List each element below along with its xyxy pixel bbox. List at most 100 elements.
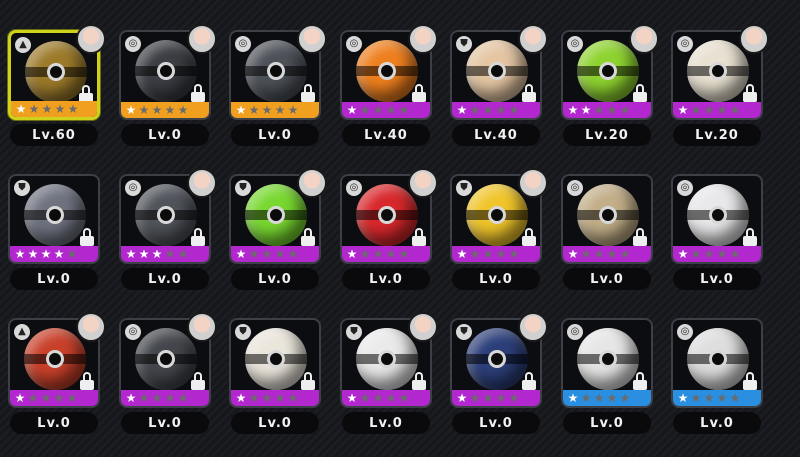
star-icon: ★ xyxy=(138,391,150,405)
character-avatar xyxy=(187,168,217,198)
pet-card[interactable]: ⛊ ★ ★ ★ ★ ★ Lv.0 xyxy=(6,174,102,294)
shield-type-icon: ⛊ xyxy=(14,180,30,196)
shark-mouth-ball-icon xyxy=(135,40,197,102)
lock-icon xyxy=(522,372,536,390)
pet-card[interactable]: ▲ ★ ★ ★ ★ ★ Lv.0 xyxy=(6,312,106,438)
star-icon: ★ xyxy=(151,103,163,117)
star-icon: ★ xyxy=(372,247,384,261)
star-icon: ★ xyxy=(248,391,260,405)
star-icon: ★ xyxy=(164,247,176,261)
pet-card[interactable]: ◎ ★ ★ ★ ★ ★ Lv.0 xyxy=(669,174,765,294)
pet-card[interactable]: ⛊ ★ ★ ★ ★ ★ Lv.0 xyxy=(448,168,548,294)
level-label: Lv.0 xyxy=(121,124,209,146)
swirl-type-icon: ◎ xyxy=(125,36,141,52)
star-icon: ★ xyxy=(164,103,176,117)
pet-card[interactable]: ◎ ★ ★ ★ ★ ★ Lv.0 xyxy=(227,24,327,150)
pet-card[interactable]: ◎ ★ ★ ★ ★ ★ Lv.20 xyxy=(559,24,659,150)
star-icon: ★ xyxy=(287,391,299,405)
star-icon: ★ xyxy=(261,103,273,117)
star-icon: ★ xyxy=(372,391,384,405)
character-avatar xyxy=(408,312,438,342)
yellow-mech-ball-icon xyxy=(466,184,528,246)
card-frame: ◎ ★ ★ ★ ★ ★ xyxy=(671,174,763,264)
star-icon: ★ xyxy=(703,247,715,261)
lock-icon xyxy=(191,372,205,390)
lock-icon xyxy=(191,84,205,102)
star-icon: ★ xyxy=(690,391,702,405)
character-avatar xyxy=(76,312,106,342)
lock-icon xyxy=(633,84,647,102)
star-icon: ★ xyxy=(469,247,481,261)
pet-card[interactable]: ◎ ★ ★ ★ ★ ★ Lv.0 xyxy=(559,318,655,438)
star-icon: ★ xyxy=(15,102,27,116)
star-icon: ★ xyxy=(138,103,150,117)
star-icon: ★ xyxy=(495,391,507,405)
star-icon: ★ xyxy=(593,247,605,261)
star-rating: ★ ★ ★ ★ ★ xyxy=(673,102,761,118)
star-icon: ★ xyxy=(619,391,631,405)
pet-card[interactable]: ⛊ ★ ★ ★ ★ ★ Lv.0 xyxy=(227,318,323,438)
star-icon: ★ xyxy=(593,391,605,405)
food-ball-icon xyxy=(687,40,749,102)
star-icon: ★ xyxy=(66,391,78,405)
pet-card[interactable]: ◎ ★ ★ ★ ★ ★ Lv.0 xyxy=(559,174,655,294)
character-avatar xyxy=(629,24,659,54)
star-icon: ★ xyxy=(41,102,53,116)
lock-icon xyxy=(80,372,94,390)
star-badge-ball-icon xyxy=(245,328,307,390)
star-icon: ★ xyxy=(567,391,579,405)
pet-card[interactable]: ◎ ★ ★ ★ ★ ★ Lv.40 xyxy=(338,24,438,150)
star-icon: ★ xyxy=(690,103,702,117)
star-icon: ★ xyxy=(677,391,689,405)
star-icon: ★ xyxy=(580,247,592,261)
star-icon: ★ xyxy=(346,391,358,405)
level-label: Lv.0 xyxy=(673,412,761,434)
star-icon: ★ xyxy=(606,103,618,117)
pet-card[interactable]: ◎ ★ ★ ★ ★ ★ Lv.0 xyxy=(117,312,217,438)
mech-ball-icon xyxy=(135,184,197,246)
swirl-type-icon: ◎ xyxy=(125,180,141,196)
swirl-type-icon: ◎ xyxy=(677,36,693,52)
star-icon: ★ xyxy=(28,102,40,116)
shield-type-icon: ⛊ xyxy=(235,324,251,340)
swirl-type-icon: ◎ xyxy=(677,180,693,196)
card-frame: ⛊ ★ ★ ★ ★ ★ xyxy=(229,318,321,408)
pet-card[interactable]: ◎ ★ ★ ★ ★ ★ Lv.20 xyxy=(669,24,769,150)
swirl-type-icon: ◎ xyxy=(567,36,583,52)
lock-icon xyxy=(412,84,426,102)
character-avatar xyxy=(518,168,548,198)
star-icon: ★ xyxy=(177,103,189,117)
pet-card[interactable]: ⛊ ★ ★ ★ ★ ★ Lv.40 xyxy=(448,24,548,150)
swirl-type-icon: ◎ xyxy=(567,180,583,196)
pet-card[interactable]: ⛊ ★ ★ ★ ★ ★ Lv.0 xyxy=(227,168,327,294)
level-label: Lv.0 xyxy=(673,268,761,290)
pet-card[interactable]: ⛊ ★ ★ ★ ★ ★ Lv.0 xyxy=(338,312,438,438)
character-avatar xyxy=(187,24,217,54)
star-icon: ★ xyxy=(580,391,592,405)
character-avatar xyxy=(408,24,438,54)
pet-card[interactable]: ▲ ★ ★ ★ ★ ★ Lv.60 xyxy=(6,24,106,150)
star-icon: ★ xyxy=(385,247,397,261)
star-rating: ★ ★ ★ ★ ★ xyxy=(231,390,319,406)
character-avatar xyxy=(518,312,548,342)
star-rating: ★ ★ ★ ★ ★ xyxy=(342,390,430,406)
pet-card[interactable]: ◎ ★ ★ ★ ★ ★ Lv.0 xyxy=(117,168,217,294)
star-icon: ★ xyxy=(125,247,137,261)
star-rating: ★ ★ ★ ★ ★ xyxy=(10,390,98,406)
star-icon: ★ xyxy=(716,103,728,117)
star-icon: ★ xyxy=(53,247,65,261)
pet-card[interactable]: ◎ ★ ★ ★ ★ ★ Lv.0 xyxy=(669,318,765,438)
star-icon: ★ xyxy=(164,391,176,405)
pet-card[interactable]: ◎ ★ ★ ★ ★ ★ Lv.0 xyxy=(338,168,438,294)
swirl-type-icon: ◎ xyxy=(346,180,362,196)
star-icon: ★ xyxy=(248,103,260,117)
level-label: Lv.20 xyxy=(563,124,651,146)
pet-card[interactable]: ⛊ ★ ★ ★ ★ ★ Lv.0 xyxy=(448,312,548,438)
pet-card[interactable]: ◎ ★ ★ ★ ★ ★ Lv.0 xyxy=(117,24,217,150)
star-icon: ★ xyxy=(385,103,397,117)
robot-face-ball-icon xyxy=(687,184,749,246)
star-icon: ★ xyxy=(261,391,273,405)
card-frame: ⛊ ★ ★ ★ ★ ★ xyxy=(8,174,100,264)
level-label: Lv.20 xyxy=(673,124,761,146)
star-rating: ★ ★ ★ ★ ★ xyxy=(563,246,651,262)
